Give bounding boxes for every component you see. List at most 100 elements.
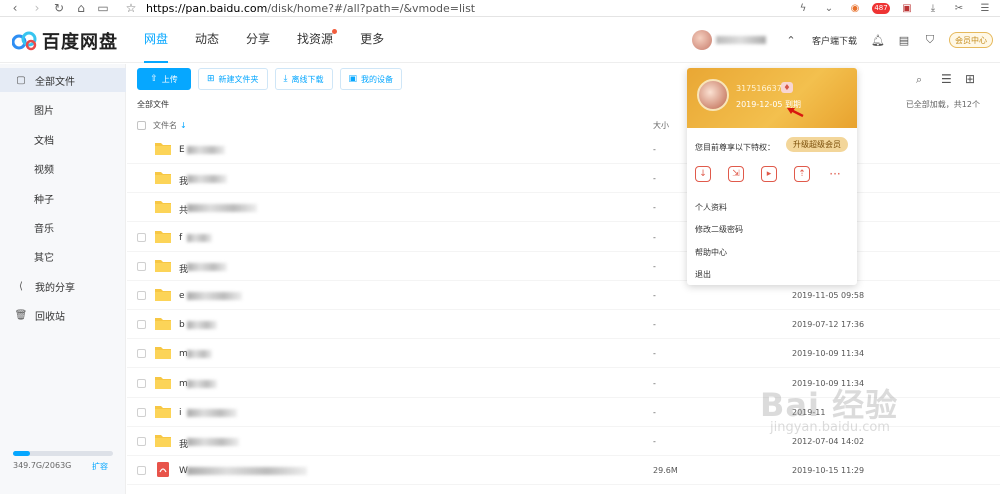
client-download-link[interactable]: 客户端下载 xyxy=(812,34,857,47)
cloud-logo-icon xyxy=(12,31,37,51)
browser-toolbar: ‹ › ↻ ⌂ ▭ ☆ https://pan.baidu.com/disk/h… xyxy=(0,0,1000,17)
row-checkbox[interactable] xyxy=(137,407,146,417)
sidebar-item-recycle-bin[interactable]: 🗑︎ 回收站 xyxy=(0,303,126,327)
new-folder-button[interactable]: ⊞ 新建文件夹 xyxy=(198,68,268,90)
toolbar: ⇧ 上传 ⊞ 新建文件夹 ⤓ 离线下载 ▣ 我的设备 xyxy=(137,68,409,90)
file-date: 2019-11-05 09:58 xyxy=(792,291,865,300)
avatar[interactable] xyxy=(691,30,712,50)
table-row[interactable]: 共- xyxy=(127,193,1000,223)
username-blurred[interactable] xyxy=(715,36,766,44)
blurred-name xyxy=(187,175,227,184)
upgrade-svip-button[interactable]: 升级超级会员 xyxy=(786,137,848,152)
file-date: 2019-10-09 11:34 xyxy=(792,349,865,359)
menu-profile[interactable]: 个人资料 xyxy=(695,202,727,213)
extension-icon[interactable]: ▣ xyxy=(898,2,916,16)
file-size: - xyxy=(653,437,656,446)
logo[interactable]: 百度网盘 xyxy=(12,28,118,54)
sidebar-item-my-share[interactable]: ⟨ 我的分享 xyxy=(0,274,126,298)
more-icon[interactable]: ··· xyxy=(827,166,843,182)
vip-center-button[interactable]: 会员中心 xyxy=(949,32,993,48)
table-row[interactable]: f- xyxy=(127,223,1000,252)
select-all-checkbox[interactable] xyxy=(137,121,146,130)
expand-storage-link[interactable]: 扩容 xyxy=(92,461,108,472)
menu-help-center[interactable]: 帮助中心 xyxy=(695,247,727,258)
search-icon[interactable]: ⌕ xyxy=(916,73,922,87)
clipboard-icon[interactable]: ▤ xyxy=(897,33,911,47)
table-row[interactable]: E- xyxy=(127,135,1000,164)
nav-netdisk[interactable]: 网盘 xyxy=(144,17,169,63)
table-row[interactable]: b - 2019-07-12 17:36 xyxy=(127,310,1000,340)
column-size[interactable]: 大小 xyxy=(653,120,669,131)
forward-icon[interactable]: › xyxy=(30,1,44,15)
file-name[interactable]: E xyxy=(179,145,185,155)
video-play-icon[interactable]: ▸ xyxy=(761,166,777,182)
nav-more[interactable]: 更多 xyxy=(360,17,384,63)
scissors-icon[interactable]: ✂ xyxy=(950,2,968,16)
grid-view-icon[interactable]: ⊞ xyxy=(965,72,975,86)
extract-icon[interactable]: ⇲ xyxy=(728,166,744,182)
nav-share[interactable]: 分享 xyxy=(246,17,270,63)
my-devices-button[interactable]: ▣ 我的设备 xyxy=(339,68,403,90)
popup-avatar[interactable] xyxy=(697,79,729,111)
menu-change-password[interactable]: 修改二级密码 xyxy=(695,224,743,235)
row-checkbox[interactable] xyxy=(137,261,146,271)
table-row[interactable]: 我- xyxy=(127,164,1000,194)
download-icon: ⤓ xyxy=(283,74,288,84)
download-icon[interactable]: ⤓ xyxy=(924,2,942,16)
menu-icon[interactable]: ☰ xyxy=(976,2,994,16)
file-name[interactable]: b xyxy=(179,320,185,330)
notification-badge[interactable]: 487 xyxy=(872,2,890,16)
table-header: 文件名 ↓ 大小 xyxy=(127,117,1000,135)
share-icon: ⟨ xyxy=(19,280,23,292)
table-row[interactable]: W 29.6M 2019-10-15 11:29 xyxy=(127,456,1000,486)
offline-download-button[interactable]: ⤓ 离线下载 xyxy=(274,68,333,90)
blurred-name xyxy=(187,321,217,330)
sidebar-item-videos[interactable]: 视频 xyxy=(0,156,126,180)
upload-limit-icon[interactable]: ⇡ xyxy=(794,166,810,182)
sidebar-item-other[interactable]: 其它 xyxy=(0,244,126,268)
folder-icon xyxy=(154,316,172,331)
row-checkbox[interactable] xyxy=(137,320,146,330)
lightning-icon[interactable]: ϟ xyxy=(794,2,812,16)
sidebar-item-documents[interactable]: 文档 xyxy=(0,127,126,151)
sidebar-item-music[interactable]: 音乐 xyxy=(0,215,126,239)
game-icon[interactable]: ◉ xyxy=(846,2,864,16)
row-checkbox[interactable] xyxy=(137,232,146,242)
sort-icon[interactable]: ☰ xyxy=(941,72,952,86)
nav-find-resources[interactable]: 找资源 xyxy=(297,17,338,63)
dropdown-icon[interactable]: ⌄ xyxy=(820,2,838,16)
sidebar-item-images[interactable]: 图片 xyxy=(0,97,126,121)
file-date: 2019-10-15 11:29 xyxy=(792,466,865,476)
row-checkbox[interactable] xyxy=(137,378,146,388)
upload-label: 上传 xyxy=(161,74,178,84)
sidebar-item-torrents[interactable]: 种子 xyxy=(0,186,126,210)
breadcrumb[interactable]: 全部文件 xyxy=(137,99,169,110)
row-checkbox[interactable] xyxy=(137,437,146,446)
sidebar-item-all-files[interactable]: ▢ 全部文件 xyxy=(0,68,126,92)
blurred-name xyxy=(187,146,225,154)
row-checkbox[interactable] xyxy=(137,291,146,300)
table-row[interactable]: m -2019-10-09 11:34 xyxy=(127,339,1000,369)
bell-icon[interactable]: 🔔︎ xyxy=(871,33,885,47)
table-row[interactable]: 我- xyxy=(127,252,1000,281)
upload-button[interactable]: ⇧ 上传 xyxy=(137,68,191,90)
column-name[interactable]: 文件名 ↓ xyxy=(153,120,187,131)
speed-download-icon[interactable]: ↓ xyxy=(695,166,711,182)
home-icon[interactable]: ⌂ xyxy=(74,1,88,15)
reader-icon[interactable]: ▭ xyxy=(96,1,110,15)
address-bar[interactable]: https://pan.baidu.com/disk/home?#/all?pa… xyxy=(146,2,475,15)
file-name[interactable]: e xyxy=(179,291,185,301)
row-checkbox[interactable] xyxy=(137,466,146,476)
refresh-icon[interactable]: ↻ xyxy=(52,1,66,15)
star-icon[interactable]: ☆ xyxy=(124,1,138,15)
row-checkbox[interactable] xyxy=(137,349,146,359)
back-icon[interactable]: ‹ xyxy=(8,1,22,15)
chevron-up-icon[interactable]: ⌃ xyxy=(784,33,798,47)
file-name[interactable]: i xyxy=(179,408,182,418)
menu-logout[interactable]: 退出 xyxy=(695,269,711,280)
table-row[interactable]: e - 2019-11-05 09:58 xyxy=(127,281,1000,310)
nav-activity[interactable]: 动态 xyxy=(195,17,219,63)
sort-arrow-icon: ↓ xyxy=(180,121,187,130)
file-name[interactable]: f xyxy=(179,233,182,243)
shirt-icon[interactable]: ⛉ xyxy=(923,33,937,47)
